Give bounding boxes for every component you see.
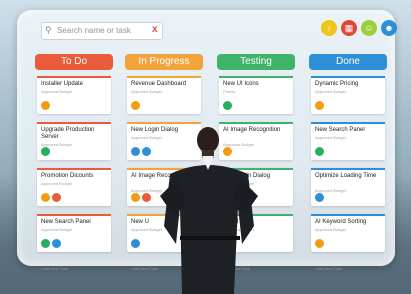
top-bar: ⚲ Search name or task x ♪ ▦ ☺ ☻ (31, 20, 397, 42)
task-card[interactable]: Revenue Dashboard Approved Budget (127, 76, 201, 114)
assignee-avatar[interactable] (52, 239, 61, 248)
task-card[interactable]: New Search Panel Approved Budget (37, 214, 111, 252)
card-title: Dynamic Pricing (315, 81, 359, 87)
card-color-bar (37, 214, 111, 216)
column-header[interactable]: Done (309, 54, 387, 70)
assignee-avatar[interactable] (52, 193, 61, 202)
chat-icon[interactable]: ☺ (361, 20, 377, 36)
card-color-bar (37, 168, 111, 170)
column-0: To Do Installer Update Approved Budget Upgr… (35, 54, 113, 271)
card-color-bar (37, 76, 111, 78)
user-icon[interactable]: ☻ (381, 20, 397, 36)
card-title: AI Keyword Sorting (315, 219, 367, 225)
task-card[interactable]: Installer Update Approved Budget (37, 76, 111, 114)
businessman-figure (160, 127, 258, 294)
card-subtitle: Priority (223, 89, 236, 94)
assignee-avatar[interactable] (41, 101, 50, 110)
card-subtitle: Approved Budget (315, 227, 346, 232)
task-card[interactable]: Optimize Loading Time Approved Budget (311, 168, 385, 206)
card-color-bar (37, 122, 111, 124)
assignee-avatar[interactable] (315, 239, 324, 248)
assignee-avatar[interactable] (41, 239, 50, 248)
assignee-avatar[interactable] (315, 147, 324, 156)
task-card[interactable]: New UI Icons Priority (219, 76, 293, 114)
card-color-bar (311, 214, 385, 216)
bell-icon[interactable]: ♪ (321, 20, 337, 36)
task-card[interactable]: Upgrade Production Server Approved Budget (37, 122, 111, 160)
column-header[interactable]: Testing (217, 54, 295, 70)
column-header[interactable]: In Progress (125, 54, 203, 70)
card-color-bar (127, 76, 201, 78)
clear-search-button[interactable]: x (152, 24, 158, 35)
card-color-bar (311, 76, 385, 78)
card-color-bar (127, 122, 201, 124)
card-color-bar (311, 122, 385, 124)
card-subtitle: Approved Budget (315, 89, 346, 94)
assignee-avatar[interactable] (41, 193, 50, 202)
assignee-avatar[interactable] (41, 147, 50, 156)
assignee-avatar[interactable] (223, 101, 232, 110)
assignee-avatar[interactable] (131, 101, 140, 110)
assignee-avatar[interactable] (131, 239, 140, 248)
card-title: Promotion Dicounts (41, 173, 94, 179)
search-placeholder: Search name or task (57, 26, 131, 35)
card-title: New UI Icons (223, 81, 259, 87)
card-title: Installer Update (41, 81, 84, 87)
card-title: New Search Panel (41, 219, 91, 225)
card-subtitle: Approved Budget (41, 89, 72, 94)
card-title: Revenue Dashboard (131, 81, 187, 87)
card-subtitle: Approved Budget (41, 181, 72, 186)
card-subtitle: Approved Budget (315, 135, 346, 140)
column-3: Done Dynamic Pricing Approved Budget New Se… (309, 54, 387, 271)
card-subtitle: Approved Budget (41, 227, 72, 232)
card-color-bar (219, 122, 293, 124)
add-task-link[interactable]: + Add New Task (313, 266, 342, 271)
task-card[interactable]: Dynamic Pricing Approved Budget (311, 76, 385, 114)
task-card[interactable]: AI Keyword Sorting Approved Budget (311, 214, 385, 252)
search-field[interactable]: ⚲ Search name or task x (41, 22, 163, 40)
column-header[interactable]: To Do (35, 54, 113, 70)
calendar-icon[interactable]: ▦ (341, 20, 357, 36)
assignee-avatar[interactable] (131, 147, 140, 156)
assignee-avatar[interactable] (315, 193, 324, 202)
search-icon: ⚲ (45, 25, 52, 35)
card-color-bar (219, 76, 293, 78)
card-title: Optimize Loading Time (315, 173, 377, 179)
card-color-bar (311, 168, 385, 170)
task-card[interactable]: Promotion Dicounts Approved Budget (37, 168, 111, 206)
assignee-avatar[interactable] (315, 101, 324, 110)
assignee-avatar[interactable] (131, 193, 140, 202)
add-task-link[interactable]: + Add New Task (39, 266, 68, 271)
card-title: Upgrade Production Server (41, 127, 95, 140)
task-card[interactable]: New Search Panel Approved Budget (311, 122, 385, 160)
card-title: New Search Panel (315, 127, 365, 133)
card-subtitle: Approved Budget (131, 89, 162, 94)
